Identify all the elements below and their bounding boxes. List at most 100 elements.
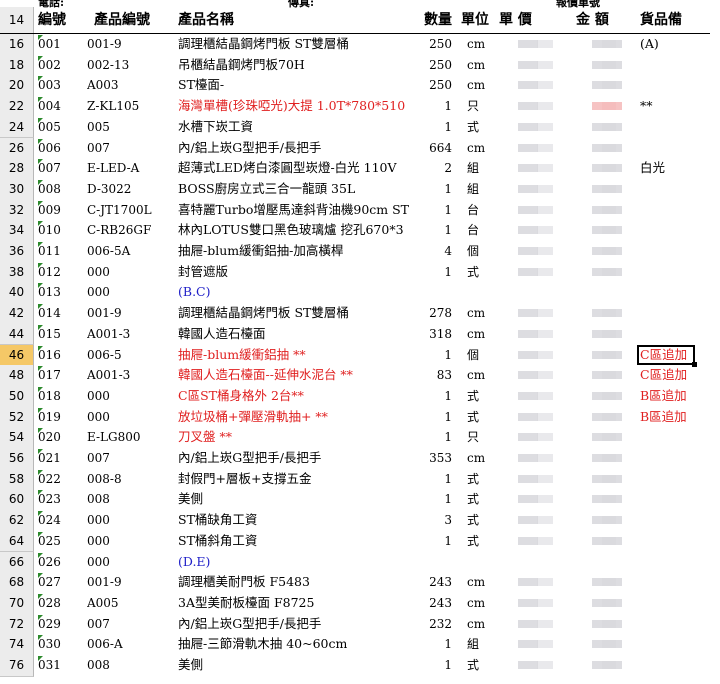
- cell-unit[interactable]: 式: [467, 531, 493, 552]
- cell-id[interactable]: 013: [38, 282, 84, 303]
- cell-quantity[interactable]: 278: [416, 303, 452, 324]
- cell-note[interactable]: 白光: [640, 158, 706, 179]
- cell-product-name[interactable]: 放垃圾桶+彈壓滑軌抽+ **: [178, 407, 414, 428]
- cell-product-name[interactable]: 韓國人造石檯面--延伸水泥台 **: [178, 365, 414, 386]
- cell-product-code[interactable]: 008-8: [87, 469, 171, 490]
- cell-quantity[interactable]: 4: [416, 241, 452, 262]
- cell-unit[interactable]: cm: [467, 55, 493, 76]
- cell-unit[interactable]: cm: [467, 593, 493, 614]
- cell-unit[interactable]: cm: [467, 303, 493, 324]
- cell-note[interactable]: B區追加: [640, 407, 706, 428]
- cell-id[interactable]: 016: [38, 345, 84, 366]
- cell-product-code[interactable]: 006-5A: [87, 241, 171, 262]
- cell-product-name[interactable]: 調理櫃結晶鋼烤門板 ST雙層桶: [178, 303, 414, 324]
- cell-unit[interactable]: 個: [467, 241, 493, 262]
- cell-product-name[interactable]: 水槽下崁工資: [178, 117, 414, 138]
- cell-id[interactable]: 012: [38, 262, 84, 283]
- cell-note[interactable]: [640, 634, 706, 655]
- cell-product-name[interactable]: 韓國人造石檯面: [178, 324, 414, 345]
- cell-product-code[interactable]: 008: [87, 655, 171, 676]
- cell-product-code[interactable]: 001-9: [87, 303, 171, 324]
- cell-id[interactable]: 002: [38, 55, 84, 76]
- cell-id[interactable]: 017: [38, 365, 84, 386]
- cell-unit[interactable]: 式: [467, 510, 493, 531]
- cell-id[interactable]: 031: [38, 655, 84, 676]
- cell-quantity[interactable]: 3: [416, 510, 452, 531]
- cell-product-code[interactable]: C-JT1700L: [87, 200, 171, 221]
- cell-unit[interactable]: 只: [467, 96, 493, 117]
- cell-note[interactable]: [640, 262, 706, 283]
- cell-quantity[interactable]: 353: [416, 448, 452, 469]
- cell-id[interactable]: 027: [38, 572, 84, 593]
- cell-note[interactable]: [640, 75, 706, 96]
- cell-unit[interactable]: [467, 282, 493, 303]
- cell-unit[interactable]: cm: [467, 75, 493, 96]
- cell-quantity[interactable]: 1: [416, 655, 452, 676]
- cell-product-code[interactable]: A001-3: [87, 365, 171, 386]
- cell-note[interactable]: [640, 469, 706, 490]
- cell-quantity[interactable]: [416, 552, 452, 573]
- cell-id[interactable]: 007: [38, 158, 84, 179]
- cell-product-code[interactable]: A001-3: [87, 324, 171, 345]
- cell-product-name[interactable]: 美側: [178, 489, 414, 510]
- cell-product-code[interactable]: 000: [87, 407, 171, 428]
- cell-note[interactable]: [640, 489, 706, 510]
- cell-quantity[interactable]: 250: [416, 34, 452, 55]
- cell-quantity[interactable]: 250: [416, 55, 452, 76]
- cell-quantity[interactable]: 1: [416, 220, 452, 241]
- cell-id[interactable]: 004: [38, 96, 84, 117]
- cell-product-name[interactable]: (B.C): [178, 282, 414, 303]
- cell-product-code[interactable]: 000: [87, 386, 171, 407]
- cell-product-code[interactable]: 007: [87, 138, 171, 159]
- cell-product-name[interactable]: 林內LOTUS雙口黑色玻璃爐 挖孔670*3: [178, 220, 414, 241]
- cell-quantity[interactable]: 243: [416, 593, 452, 614]
- cell-quantity[interactable]: 1: [416, 117, 452, 138]
- cell-id[interactable]: 005: [38, 117, 84, 138]
- cell-id[interactable]: 003: [38, 75, 84, 96]
- cell-note[interactable]: C區追加: [640, 365, 706, 386]
- cell-product-code[interactable]: E-LED-A: [87, 158, 171, 179]
- cell-id[interactable]: 011: [38, 241, 84, 262]
- cell-note[interactable]: [640, 531, 706, 552]
- cell-quantity[interactable]: 1: [416, 407, 452, 428]
- col-header-quantity[interactable]: 數量: [424, 7, 452, 33]
- col-header-amount[interactable]: 金 額: [576, 7, 609, 33]
- cell-unit[interactable]: cm: [467, 614, 493, 635]
- cell-quantity[interactable]: 318: [416, 324, 452, 345]
- cell-product-name[interactable]: 刀叉盤 **: [178, 427, 414, 448]
- cell-unit[interactable]: cm: [467, 365, 493, 386]
- col-header-notes[interactable]: 貨品備: [640, 7, 682, 33]
- cell-note[interactable]: [640, 324, 706, 345]
- cell-product-name[interactable]: 封管遮版: [178, 262, 414, 283]
- cell-note[interactable]: [640, 552, 706, 573]
- cell-product-code[interactable]: 000: [87, 262, 171, 283]
- cell-note[interactable]: [640, 117, 706, 138]
- cell-quantity[interactable]: 250: [416, 75, 452, 96]
- cell-quantity[interactable]: 1: [416, 531, 452, 552]
- cell-product-code[interactable]: C-RB26GF: [87, 220, 171, 241]
- cell-product-code[interactable]: 000: [87, 510, 171, 531]
- cell-product-name[interactable]: 超薄式LED烤白漆圓型崁燈-白光 110V: [178, 158, 414, 179]
- cell-quantity[interactable]: 1: [416, 427, 452, 448]
- cell-product-name[interactable]: 喜特麗Turbo增壓馬達斜背油機90cm ST: [178, 200, 414, 221]
- cell-id[interactable]: 006: [38, 138, 84, 159]
- cell-unit[interactable]: 組: [467, 158, 493, 179]
- cell-quantity[interactable]: 1: [416, 200, 452, 221]
- cell-id[interactable]: 018: [38, 386, 84, 407]
- cell-product-code[interactable]: 001-9: [87, 572, 171, 593]
- cell-product-name[interactable]: 內/鋁上崁G型把手/長把手: [178, 138, 414, 159]
- cell-unit[interactable]: 式: [467, 407, 493, 428]
- cell-product-code[interactable]: 008: [87, 489, 171, 510]
- cell-note[interactable]: **: [640, 96, 706, 117]
- cell-product-code[interactable]: D-3022: [87, 179, 171, 200]
- cell-id[interactable]: 023: [38, 489, 84, 510]
- cell-id[interactable]: 020: [38, 427, 84, 448]
- cell-product-code[interactable]: 000: [87, 552, 171, 573]
- cell-note[interactable]: [640, 572, 706, 593]
- cell-unit[interactable]: cm: [467, 138, 493, 159]
- cell-quantity[interactable]: 1: [416, 386, 452, 407]
- cell-product-code[interactable]: 002-13: [87, 55, 171, 76]
- cell-product-name[interactable]: 內/鋁上崁G型把手/長把手: [178, 614, 414, 635]
- cell-id[interactable]: 028: [38, 593, 84, 614]
- cell-quantity[interactable]: 1: [416, 634, 452, 655]
